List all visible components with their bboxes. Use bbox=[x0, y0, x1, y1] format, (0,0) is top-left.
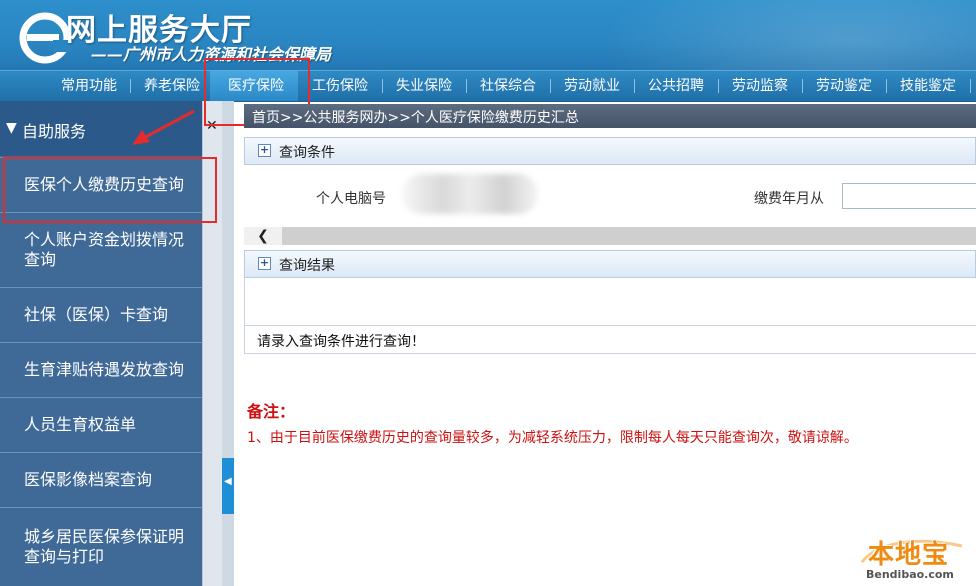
watermark-domain: Bendibao.com bbox=[866, 568, 954, 581]
query-section-header[interactable]: + 查询条件 bbox=[244, 137, 976, 165]
notes-text: 1、由于目前医保缴费历史的查询量较多，为减轻系统压力，限制每人每天只能查询次，敬… bbox=[247, 430, 858, 446]
result-table-area bbox=[244, 278, 976, 326]
nav-item-recruitment[interactable]: 公共招聘 bbox=[648, 71, 704, 101]
month-from-input[interactable] bbox=[842, 183, 976, 209]
nav-item-skill-appraisal[interactable]: 技能鉴定 bbox=[900, 71, 956, 101]
sidebar-item-maternity-allowance[interactable]: 生育津贴待遇发放查询 bbox=[0, 342, 202, 397]
triangle-down-icon: ▼ bbox=[6, 120, 17, 136]
nav-separator bbox=[886, 79, 887, 93]
nav-item-social-security[interactable]: 社保综合 bbox=[480, 71, 536, 101]
scroll-left-arrow-icon[interactable]: ❮ bbox=[244, 227, 282, 245]
nav-item-employment[interactable]: 劳动就业 bbox=[564, 71, 620, 101]
chevron-left-icon: ◀ bbox=[224, 476, 232, 487]
highlight-box-sidebar bbox=[3, 157, 217, 223]
sidebar-item-label: 个人账户资金划拨情况查询 bbox=[24, 230, 185, 269]
sidebar-item-maternity-rights[interactable]: 人员生育权益单 bbox=[0, 397, 202, 452]
sidebar-item-image-archive[interactable]: 医保影像档案查询 bbox=[0, 452, 202, 507]
site-logo-icon bbox=[19, 12, 73, 64]
nav-separator bbox=[718, 79, 719, 93]
month-from-label: 缴费年月从 bbox=[754, 191, 824, 207]
sidebar-item-account-fund-transfer[interactable]: 个人账户资金划拨情况查询 bbox=[0, 212, 202, 287]
result-section-header[interactable]: + 查询结果 bbox=[244, 250, 976, 278]
query-section-title: 查询条件 bbox=[279, 145, 335, 161]
nav-item-pension[interactable]: 养老保险 bbox=[144, 71, 200, 101]
nav-separator bbox=[382, 79, 383, 93]
watermark-brand: 本地宝 bbox=[868, 540, 950, 570]
sidebar-item-social-security-card[interactable]: 社保（医保）卡查询 bbox=[0, 287, 202, 342]
breadcrumb: 首页>>公共服务网办>>个人医疗保险缴费历史汇总 bbox=[252, 110, 579, 126]
personal-id-value-blurred bbox=[402, 174, 538, 214]
result-message-row: 请录入查询条件进行查询！ bbox=[244, 326, 976, 354]
nav-item-unemployment[interactable]: 失业保险 bbox=[396, 71, 452, 101]
query-form: 个人电脑号 缴费年月从 bbox=[244, 166, 976, 226]
personal-id-label: 个人电脑号 bbox=[316, 191, 386, 207]
breadcrumb-bar: 首页>>公共服务网办>>个人医疗保险缴费历史汇总 bbox=[244, 104, 976, 128]
nav-separator bbox=[130, 79, 131, 93]
horizontal-scrollbar[interactable]: ❮ bbox=[244, 227, 976, 245]
result-message: 请录入查询条件进行查询！ bbox=[257, 334, 425, 350]
nav-item-labor-inspection[interactable]: 劳动监察 bbox=[732, 71, 788, 101]
sidebar-collapse-toggle[interactable]: ◀ bbox=[222, 458, 234, 514]
nav-separator bbox=[550, 79, 551, 93]
nav-separator bbox=[466, 79, 467, 93]
expand-plus-icon[interactable]: + bbox=[258, 257, 271, 270]
sidebar-item-resident-insurance-certificate[interactable]: 城乡居民医保参保证明查询与打印 bbox=[0, 507, 202, 586]
nav-item-common[interactable]: 常用功能 bbox=[61, 71, 117, 101]
sidebar-item-label: 社保（医保）卡查询 bbox=[24, 305, 169, 324]
nav-item-injury[interactable]: 工伤保险 bbox=[312, 71, 368, 101]
result-section-title: 查询结果 bbox=[279, 258, 335, 274]
site-header: 网上服务大厅 ——广州市人力资源和社会保障局 bbox=[0, 0, 976, 70]
header-glow bbox=[600, 0, 976, 70]
expand-plus-icon[interactable]: + bbox=[258, 144, 271, 157]
nav-separator bbox=[634, 79, 635, 93]
red-arrow-icon bbox=[132, 109, 195, 145]
main-nav: 常用功能 养老保险 医疗保险 工伤保险 失业保险 社保综合 劳动就业 公共招聘 … bbox=[0, 70, 976, 102]
sidebar-section-title: 自助服务 bbox=[22, 122, 87, 141]
sidebar-item-label: 城乡居民医保参保证明查询与打印 bbox=[24, 527, 185, 566]
notes-title: 备注： bbox=[247, 402, 296, 421]
nav-item-labor-appraisal[interactable]: 劳动鉴定 bbox=[816, 71, 872, 101]
sidebar-item-label: 人员生育权益单 bbox=[24, 415, 137, 434]
sidebar-item-label: 医保影像档案查询 bbox=[24, 470, 153, 489]
nav-separator bbox=[970, 79, 971, 93]
sidebar-item-label: 生育津贴待遇发放查询 bbox=[24, 360, 185, 379]
nav-separator bbox=[802, 79, 803, 93]
